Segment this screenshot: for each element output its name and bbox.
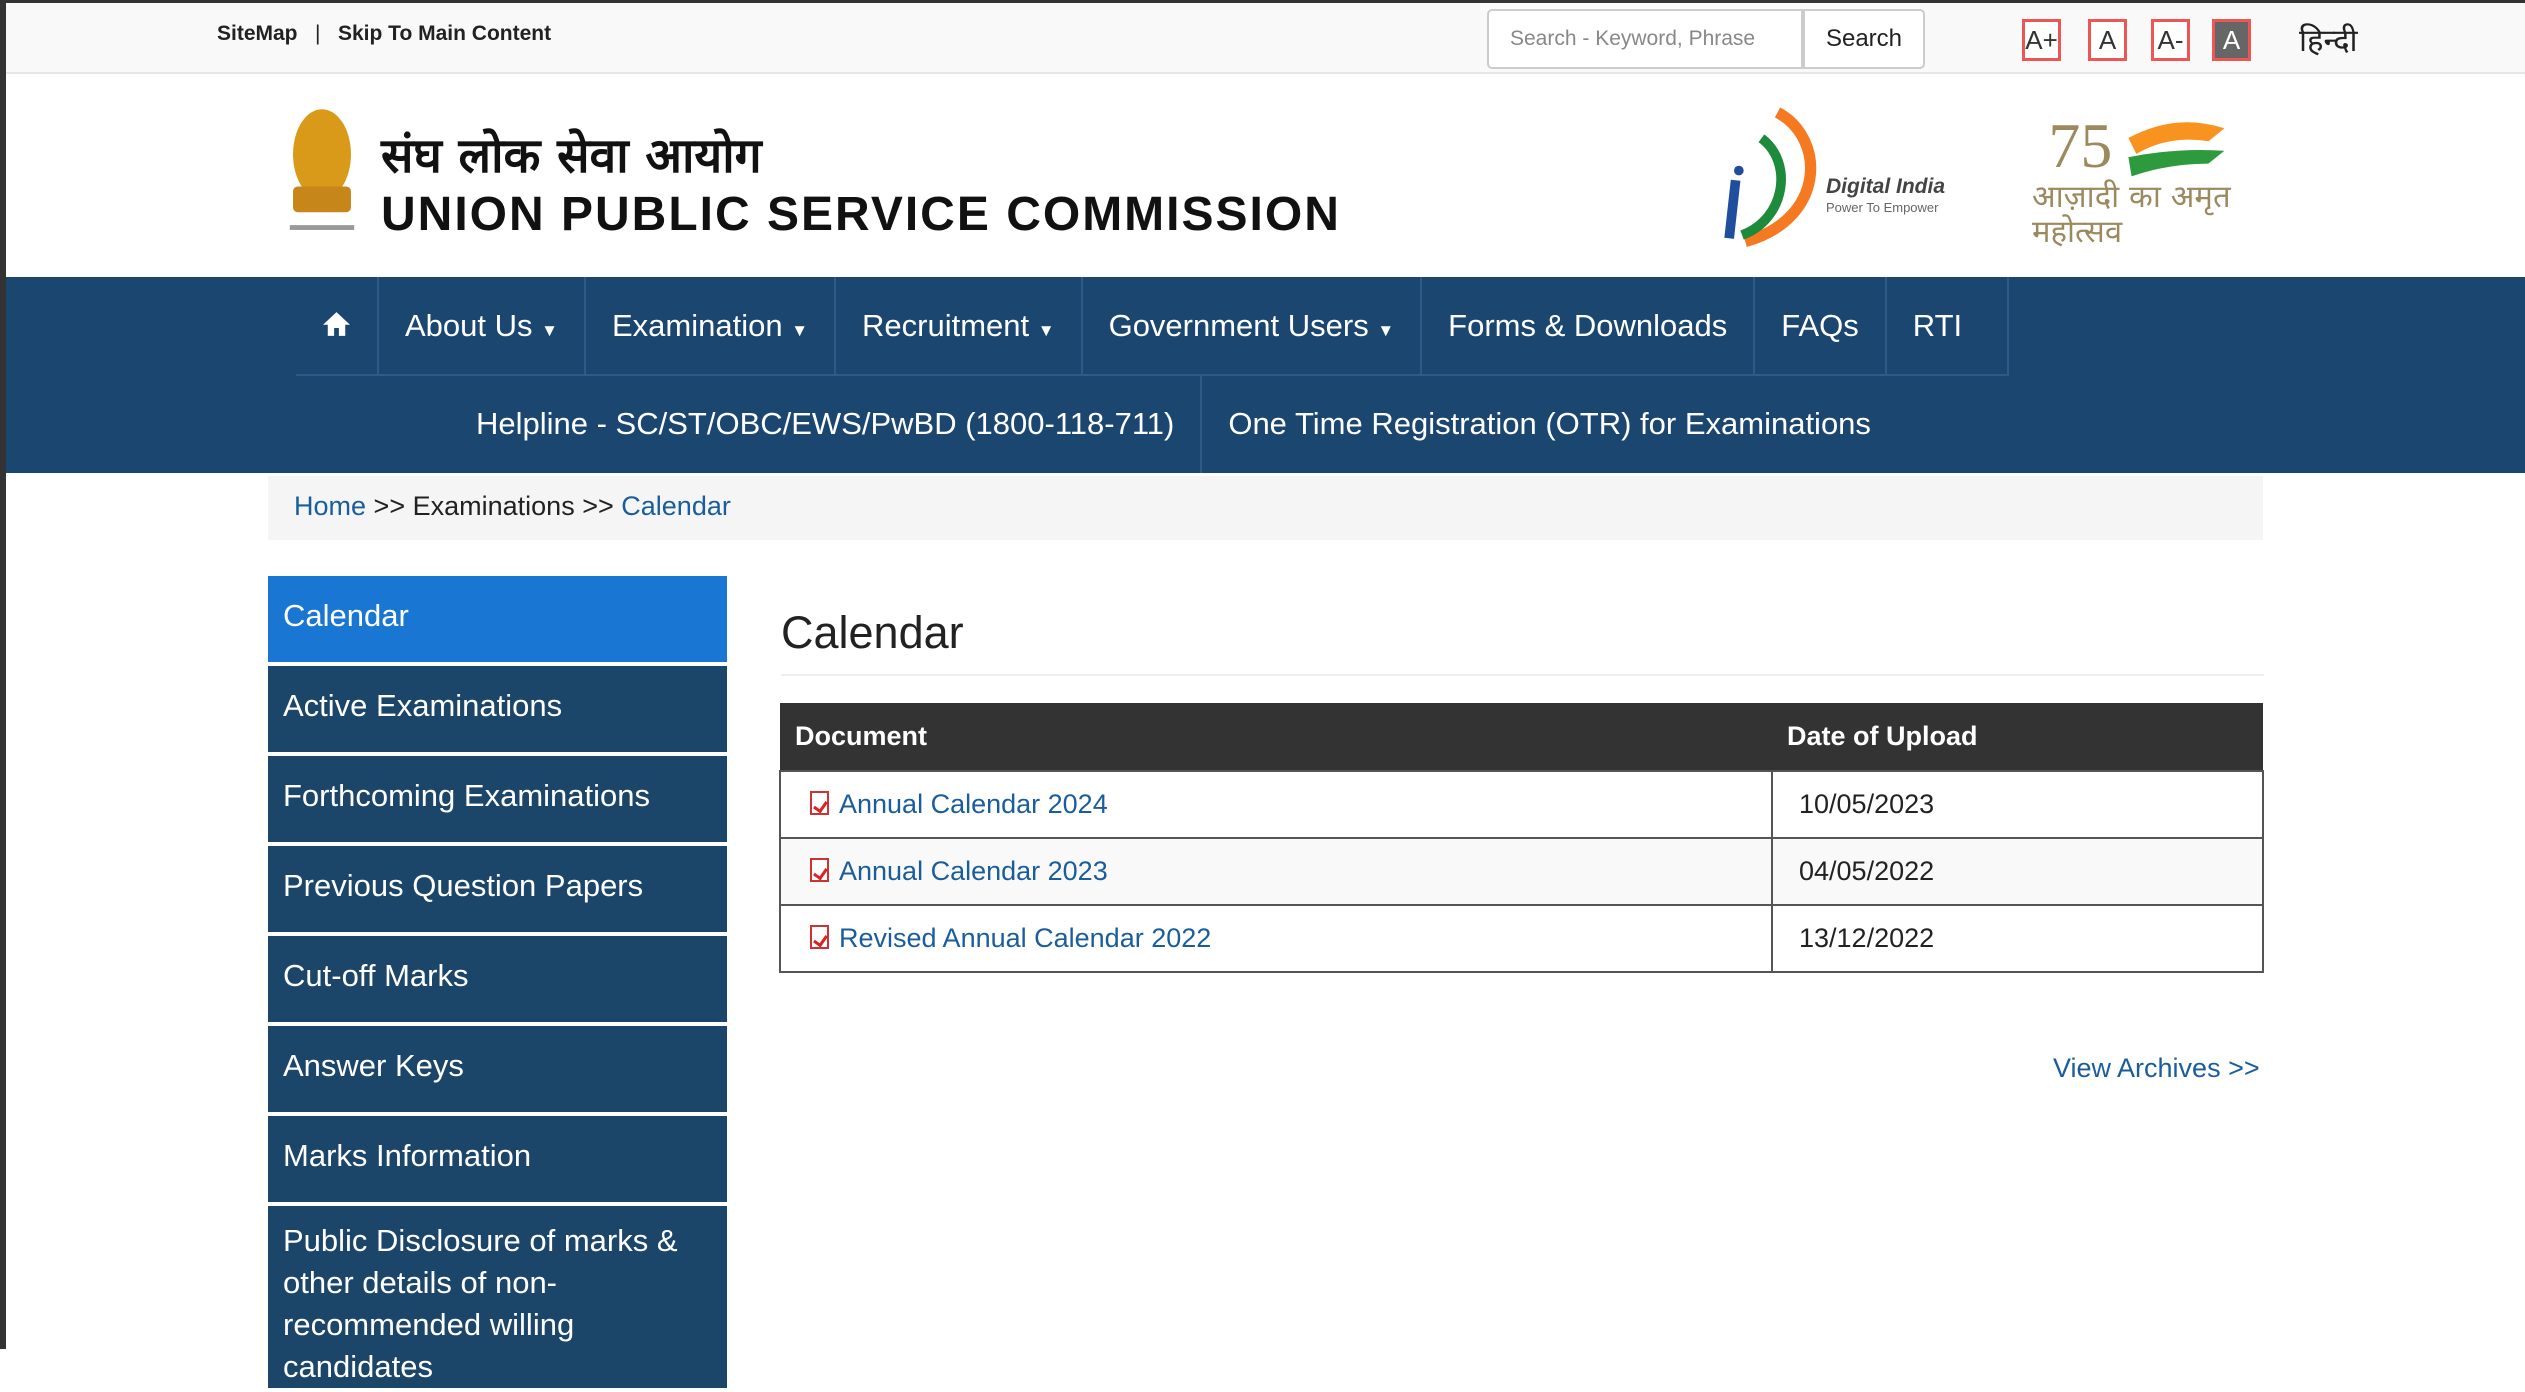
main-nav: About Us ▼ Examination ▼ Recruitment ▼ G… [6, 277, 2525, 473]
title-hindi[interactable]: संघ लोक सेवा आयोग [381, 122, 762, 187]
top-bar: SiteMap | Skip To Main Content Search A+… [6, 3, 2525, 74]
pdf-icon [810, 858, 829, 882]
document-link[interactable]: Annual Calendar 2024 [839, 789, 1108, 819]
nav-helpline[interactable]: Helpline - SC/ST/OBC/EWS/PwBD (1800-118-… [450, 375, 1203, 473]
sidebar-item-previous-question-papers[interactable]: Previous Question Papers [268, 846, 727, 932]
nav-forms-downloads[interactable]: Forms & Downloads [1422, 277, 1756, 374]
font-decrease-button[interactable]: A- [2151, 19, 2190, 61]
sidebar-item-public-disclosure[interactable]: Public Disclosure of marks & other detai… [268, 1206, 727, 1388]
title-english[interactable]: UNION PUBLIC SERVICE COMMISSION [381, 187, 1341, 242]
azadi-text: आज़ादी का अमृत महोत्सव [2032, 179, 2231, 250]
caret-down-icon: ▼ [541, 321, 558, 340]
sitemap-link[interactable]: SiteMap [217, 22, 298, 46]
divider [781, 674, 2264, 676]
nav-government-users[interactable]: Government Users ▼ [1083, 277, 1423, 374]
separator: | [315, 22, 321, 45]
upload-date: 13/12/2022 [1771, 904, 2264, 973]
column-header-document: Document [780, 703, 1772, 771]
font-increase-button[interactable]: A+ [2022, 19, 2061, 61]
sidebar: Calendar Active Examinations Forthcoming… [268, 576, 727, 1392]
nav-recruitment[interactable]: Recruitment ▼ [836, 277, 1083, 374]
nav-rti[interactable]: RTI [1887, 277, 2010, 374]
hindi-language-link[interactable]: हिन्दी [2299, 19, 2358, 61]
nav-faqs[interactable]: FAQs [1755, 277, 1887, 374]
sidebar-item-calendar[interactable]: Calendar [268, 576, 727, 662]
upload-date: 10/05/2023 [1771, 770, 2264, 839]
nav-otr[interactable]: One Time Registration (OTR) for Examinat… [1202, 375, 1897, 473]
breadcrumb-current[interactable]: Calendar [621, 491, 731, 521]
site-header: संघ लोक सेवा आयोग UNION PUBLIC SERVICE C… [6, 74, 2525, 277]
caret-down-icon: ▼ [1377, 321, 1395, 340]
sidebar-item-forthcoming-examinations[interactable]: Forthcoming Examinations [268, 756, 727, 842]
font-normal-button[interactable]: A [2088, 19, 2127, 61]
pdf-icon [810, 791, 829, 815]
home-icon [323, 312, 350, 336]
nav-label: Recruitment [862, 308, 1030, 343]
document-link[interactable]: Annual Calendar 2023 [839, 856, 1108, 886]
caret-down-icon: ▼ [791, 321, 809, 340]
high-contrast-button[interactable]: A [2212, 19, 2251, 61]
pdf-icon [810, 925, 829, 949]
table-row: Annual Calendar 2023 04/05/2022 [779, 837, 2264, 906]
breadcrumb-home[interactable]: Home [294, 491, 366, 521]
digital-india-text: Digital India [1826, 175, 1946, 198]
calendar-table: Document Date of Upload Annual Calendar … [779, 703, 2264, 973]
nav-examination[interactable]: Examination ▼ [586, 277, 837, 374]
breadcrumb-examinations: Examinations [412, 491, 575, 521]
sidebar-item-active-examinations[interactable]: Active Examinations [268, 666, 727, 752]
nav-home[interactable] [296, 277, 379, 374]
sidebar-item-answer-keys[interactable]: Answer Keys [268, 1026, 727, 1112]
upload-date: 04/05/2022 [1771, 837, 2264, 906]
digital-india-tagline: Power To Empower [1826, 200, 1939, 215]
national-emblem-icon[interactable] [280, 106, 364, 238]
breadcrumb-separator: >> [373, 491, 406, 521]
column-header-date: Date of Upload [1772, 703, 2263, 771]
search-input[interactable] [1487, 9, 1803, 69]
nav-label: About Us [405, 308, 533, 343]
page-title: Calendar [781, 607, 964, 658]
breadcrumb: Home >> Examinations >> Calendar [268, 476, 2263, 540]
document-link[interactable]: Revised Annual Calendar 2022 [839, 923, 1211, 953]
sidebar-item-marks-information[interactable]: Marks Information [268, 1116, 727, 1202]
skip-to-main-link[interactable]: Skip To Main Content [338, 22, 551, 46]
nav-about-us[interactable]: About Us ▼ [379, 277, 586, 374]
table-header: Document Date of Upload [780, 703, 2263, 771]
view-archives-link[interactable]: View Archives >> [2053, 1053, 2260, 1084]
nav-label: Examination [611, 308, 783, 343]
search-button[interactable]: Search [1803, 9, 1925, 69]
svg-text:75: 75 [2048, 110, 2112, 181]
caret-down-icon: ▼ [1037, 321, 1055, 340]
sidebar-item-cutoff-marks[interactable]: Cut-off Marks [268, 936, 727, 1022]
table-row: Annual Calendar 2024 10/05/2023 [779, 770, 2264, 839]
nav-label: Government Users [1108, 308, 1369, 343]
digital-india-logo-icon[interactable] [1713, 106, 1826, 248]
azadi-75-logo-icon: 75 [2048, 110, 2225, 181]
breadcrumb-separator: >> [582, 491, 614, 521]
table-row: Revised Annual Calendar 2022 13/12/2022 [779, 904, 2264, 973]
